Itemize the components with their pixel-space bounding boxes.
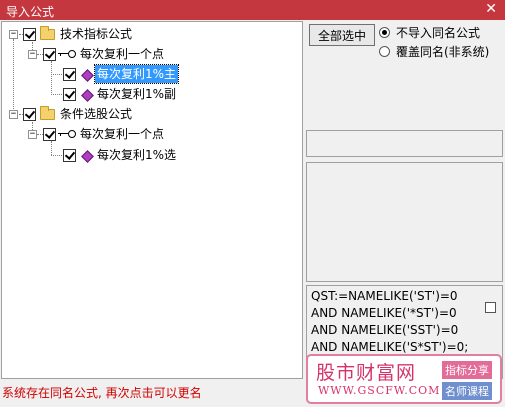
tree-node-group[interactable]: − 条件选股公式 — [2, 105, 302, 123]
tree-leaf[interactable]: 每次复利1%选 — [2, 146, 302, 164]
tree-leaf-label: 每次复利1%主 — [93, 64, 180, 84]
tree-node-label: 每次复利一个点 — [80, 47, 165, 61]
checkbox[interactable] — [43, 48, 56, 61]
radio-label: 不导入同名公式 — [396, 26, 481, 40]
tree-leaf-label: 每次复利1%选 — [97, 148, 177, 162]
checkbox[interactable] — [485, 302, 496, 313]
folder-icon — [40, 106, 55, 120]
checkbox[interactable] — [63, 88, 76, 101]
checkbox[interactable] — [63, 149, 76, 162]
tree-node-label: 技术指标公式 — [60, 27, 133, 41]
watermark-url: WWW.GSCFW.COM — [318, 384, 441, 397]
formula-line: AND NAMELIKE('S*ST')=0; — [311, 340, 469, 354]
checkbox[interactable] — [23, 108, 36, 121]
tree-node-label: 条件选股公式 — [60, 107, 133, 121]
checkbox[interactable] — [63, 68, 76, 81]
formula-line: AND NAMELIKE('*ST')=0 — [311, 306, 457, 320]
tree-leaf-label: 每次复利1%副 — [97, 87, 177, 101]
tree-leaf[interactable]: 每次复利1%主 — [2, 64, 302, 84]
select-all-button[interactable]: 全部选中 — [309, 24, 375, 46]
formula-gem-icon — [81, 150, 94, 163]
close-icon[interactable]: ✕ — [485, 1, 497, 17]
watermark-tag: 指标分享 — [442, 361, 492, 379]
collapse-icon[interactable]: − — [28, 130, 37, 139]
key-icon — [58, 50, 76, 58]
radio-dot-icon[interactable] — [379, 46, 390, 57]
tree-node-group[interactable]: − 技术指标公式 — [2, 25, 302, 43]
formula-gem-icon — [81, 69, 94, 82]
tree-node-item[interactable]: − 每次复利一个点 — [2, 45, 302, 63]
checkbox[interactable] — [23, 28, 36, 41]
checkbox[interactable] — [43, 128, 56, 141]
radio-dot-icon[interactable] — [379, 27, 390, 38]
status-message: 系统存在同名公式, 再次点击可以更名 — [2, 386, 202, 400]
formula-gem-icon — [81, 89, 94, 102]
title-bar: 导入公式 ✕ — [0, 0, 505, 20]
watermark-brand: 股市财富网 — [316, 362, 417, 384]
info-field — [306, 130, 503, 157]
watermark-tag: 名师课程 — [442, 382, 492, 400]
window-title: 导入公式 — [6, 5, 55, 19]
tree-node-label: 每次复利一个点 — [80, 127, 165, 141]
description-panel — [306, 162, 503, 282]
formula-line: QST:=NAMELIKE('ST')=0 — [311, 289, 458, 303]
key-icon — [58, 130, 76, 138]
formula-tree[interactable]: − 技术指标公式 − 每次复利一个点 每次复利1%主 每次复利1%副 − 条件选… — [1, 21, 303, 379]
watermark-logo: 股市财富网 WWW.GSCFW.COM 指标分享 名师课程 — [306, 354, 502, 404]
collapse-icon[interactable]: − — [9, 110, 18, 119]
tree-node-item[interactable]: − 每次复利一个点 — [2, 125, 302, 143]
collapse-icon[interactable]: − — [9, 30, 18, 39]
collapse-icon[interactable]: − — [28, 50, 37, 59]
radio-label: 覆盖同名(非系统) — [396, 45, 490, 59]
formula-line: AND NAMELIKE('SST')=0 — [311, 323, 459, 337]
tree-leaf[interactable]: 每次复利1%副 — [2, 85, 302, 103]
folder-icon — [40, 26, 55, 40]
